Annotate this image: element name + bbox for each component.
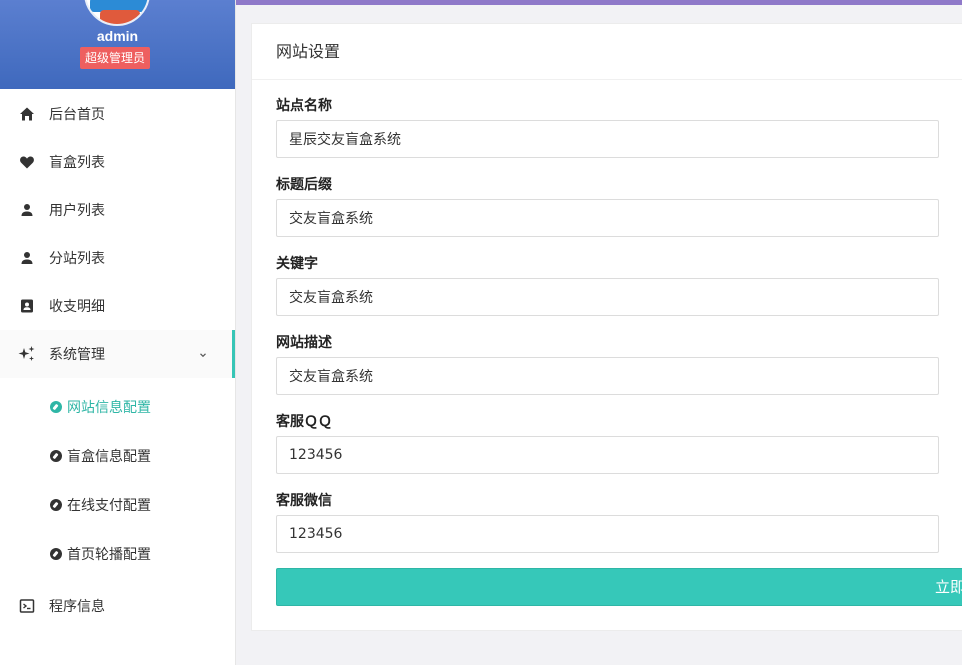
field-label-site-name: 站点名称 — [276, 98, 332, 114]
sidebar-item-income-expense[interactable]: 收支明细 — [0, 282, 235, 330]
sidebar-item-label: 盲盒列表 — [49, 155, 105, 171]
sidebar-item-substation-list[interactable]: 分站列表 — [0, 234, 235, 282]
terminal-icon — [18, 597, 36, 615]
sidebar-item-system-management[interactable]: 系统管理 — [0, 330, 235, 378]
heart-icon — [18, 153, 36, 171]
compass-icon — [50, 498, 62, 511]
field-label-service-qq: 客服ＱＱ — [276, 414, 332, 430]
field-label-description: 网站描述 — [276, 335, 332, 351]
sidebar-item-label: 收支明细 — [49, 299, 105, 315]
field-label-keywords: 关键字 — [276, 256, 318, 272]
title-suffix-input[interactable] — [276, 199, 939, 237]
sidebar-subitem-label: 盲盒信息配置 — [67, 448, 151, 465]
sidebar-subitem-site-config[interactable]: 网站信息配置 — [0, 382, 235, 431]
sidebar-item-label: 系统管理 — [49, 347, 105, 363]
contacts-book-icon — [18, 297, 36, 315]
sidebar-subitem-payment-config[interactable]: 在线支付配置 — [0, 480, 235, 529]
sidebar-subitem-blindbox-config[interactable]: 盲盒信息配置 — [0, 431, 235, 480]
description-input[interactable] — [276, 357, 939, 395]
sidebar-item-blindbox-list[interactable]: 盲盒列表 — [0, 138, 235, 186]
site-name-input[interactable] — [276, 120, 939, 158]
sidebar-item-program-info[interactable]: 程序信息 — [0, 582, 235, 630]
field-label-service-wechat: 客服微信 — [276, 493, 332, 509]
user-icon — [18, 249, 36, 267]
save-button[interactable]: 立即保存 — [276, 568, 962, 606]
home-icon — [18, 105, 36, 123]
sidebar-item-label: 后台首页 — [49, 107, 105, 123]
field-label-title-suffix: 标题后缀 — [276, 177, 332, 193]
chevron-down-icon — [198, 348, 208, 358]
sidebar-subitem-label: 网站信息配置 — [67, 399, 151, 416]
keywords-input[interactable] — [276, 278, 939, 316]
role-badge: 超级管理员 — [80, 47, 151, 69]
sidebar-item-label: 分站列表 — [49, 251, 105, 267]
profile-header: admin 超级管理员 — [0, 0, 235, 89]
sidebar-subitem-label: 在线支付配置 — [67, 497, 151, 514]
compass-icon — [50, 400, 62, 413]
profile-username: admin — [96, 28, 139, 44]
service-wechat-input[interactable] — [276, 515, 939, 553]
sidebar-item-label: 程序信息 — [49, 599, 105, 615]
sidebar-subitem-label: 首页轮播配置 — [67, 546, 151, 563]
sidebar-item-dashboard[interactable]: 后台首页 — [0, 90, 235, 138]
sidebar-menu: 后台首页 盲盒列表 用户列表 分站列表 收支明细 系统管理 网站信息配置 盲盒信… — [0, 90, 235, 630]
sidebar-item-user-list[interactable]: 用户列表 — [0, 186, 235, 234]
save-button-label: 立即保存 — [934, 578, 962, 596]
sidebar-item-label: 用户列表 — [49, 203, 105, 219]
card-title: 网站设置 — [252, 24, 962, 80]
sparkle-icon — [18, 345, 36, 363]
sidebar: admin 超级管理员 后台首页 盲盒列表 用户列表 分站列表 收支明细 系统管… — [0, 0, 236, 665]
avatar[interactable] — [84, 0, 150, 26]
sidebar-subitem-carousel-config[interactable]: 首页轮播配置 — [0, 529, 235, 578]
service-qq-input[interactable] — [276, 436, 939, 474]
compass-icon — [50, 547, 62, 560]
user-icon — [18, 201, 36, 219]
top-accent-strip — [236, 0, 962, 5]
settings-card: 网站设置 站点名称 标题后缀 关键字 网站描述 客服ＱＱ 客服微信 立即保存 — [251, 23, 962, 631]
compass-icon — [50, 449, 62, 462]
